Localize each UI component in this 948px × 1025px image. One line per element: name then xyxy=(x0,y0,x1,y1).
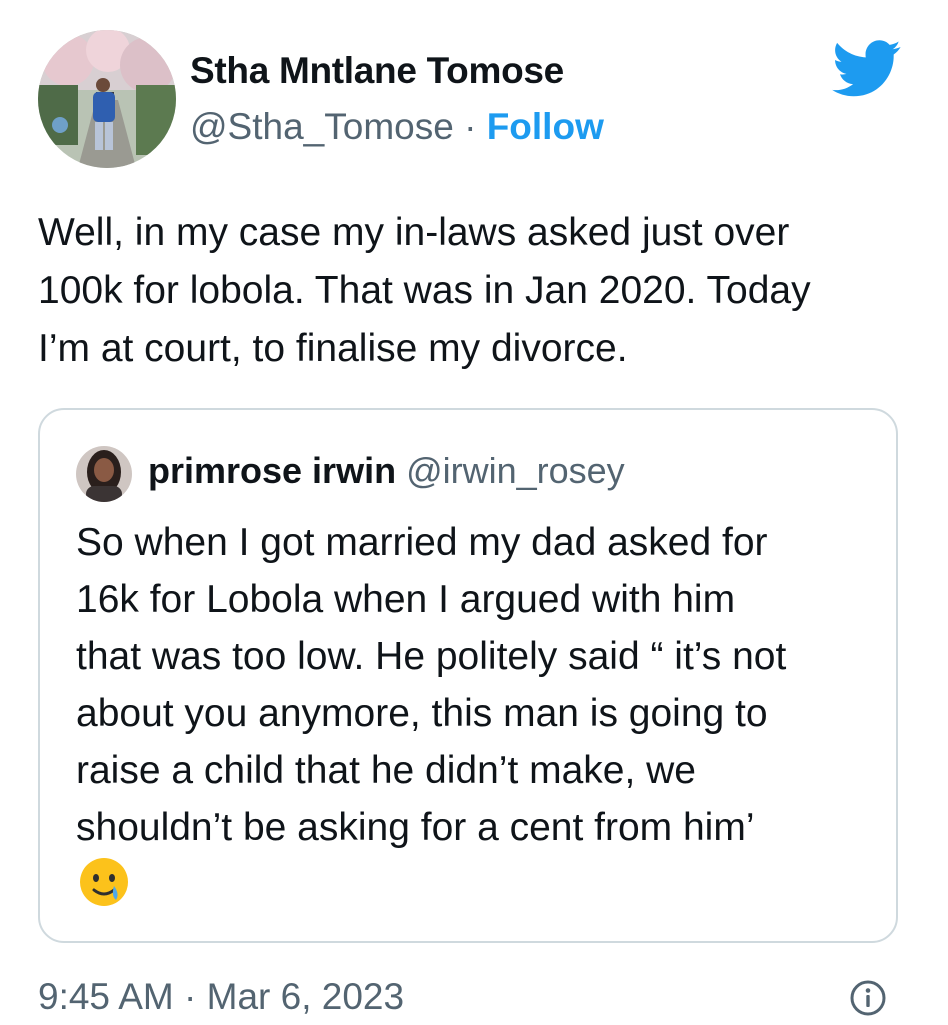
twitter-bird-svg xyxy=(832,40,901,97)
quoted-line: raise a child that he didn’t make, we xyxy=(76,749,697,792)
twitter-bird-icon[interactable] xyxy=(832,40,902,98)
tweet-line: Well, in my case my in-laws asked just o… xyxy=(38,211,790,254)
separator-dot: · xyxy=(464,106,477,147)
tweet-card: Stha Mntlane Tomose @Stha_Tomose · Follo… xyxy=(0,0,948,1025)
author-name[interactable]: Stha Mntlane Tomose xyxy=(190,50,564,92)
tweet-line: I’m at court, to finalise my divorce. xyxy=(38,327,628,370)
follow-button[interactable]: Follow xyxy=(487,106,604,147)
quoted-tweet[interactable]: primrose irwin @irwin_rosey So when I go… xyxy=(38,408,898,943)
quoted-author-avatar[interactable] xyxy=(76,446,132,502)
quoted-author-row: primrose irwin @irwin_rosey xyxy=(148,450,625,492)
tweet-line: 100k for lobola. That was in Jan 2020. T… xyxy=(38,269,811,312)
author-handle-row: @Stha_Tomose · Follow xyxy=(190,106,604,148)
quoted-line: shouldn’t be asking for a cent from him’ xyxy=(76,806,755,849)
tweet-timestamp[interactable]: 9:45 AM · Mar 6, 2023 xyxy=(38,976,404,1018)
author-handle[interactable]: @Stha_Tomose xyxy=(190,106,454,147)
quoted-avatar-photo xyxy=(76,446,132,502)
quoted-author-handle[interactable]: @irwin_rosey xyxy=(406,450,625,491)
quoted-line: So when I got married my dad asked for xyxy=(76,521,768,564)
quoted-line: that was too low. He politely said “ it’… xyxy=(76,635,787,678)
tweet-text: Well, in my case my in-laws asked just o… xyxy=(38,204,918,378)
quoted-tweet-text: So when I got married my dad asked for 1… xyxy=(76,514,786,856)
quoted-line: 16k for Lobola when I argued with him xyxy=(76,578,736,621)
avatar-photo xyxy=(38,30,176,168)
info-icon[interactable] xyxy=(848,978,888,1018)
author-avatar[interactable] xyxy=(38,30,176,168)
face-holding-back-tears-icon xyxy=(78,856,130,908)
emoji-svg xyxy=(80,858,128,906)
quoted-author-name[interactable]: primrose irwin xyxy=(148,450,396,491)
quoted-line: about you anymore, this man is going to xyxy=(76,692,768,735)
info-icon-svg xyxy=(850,980,886,1016)
